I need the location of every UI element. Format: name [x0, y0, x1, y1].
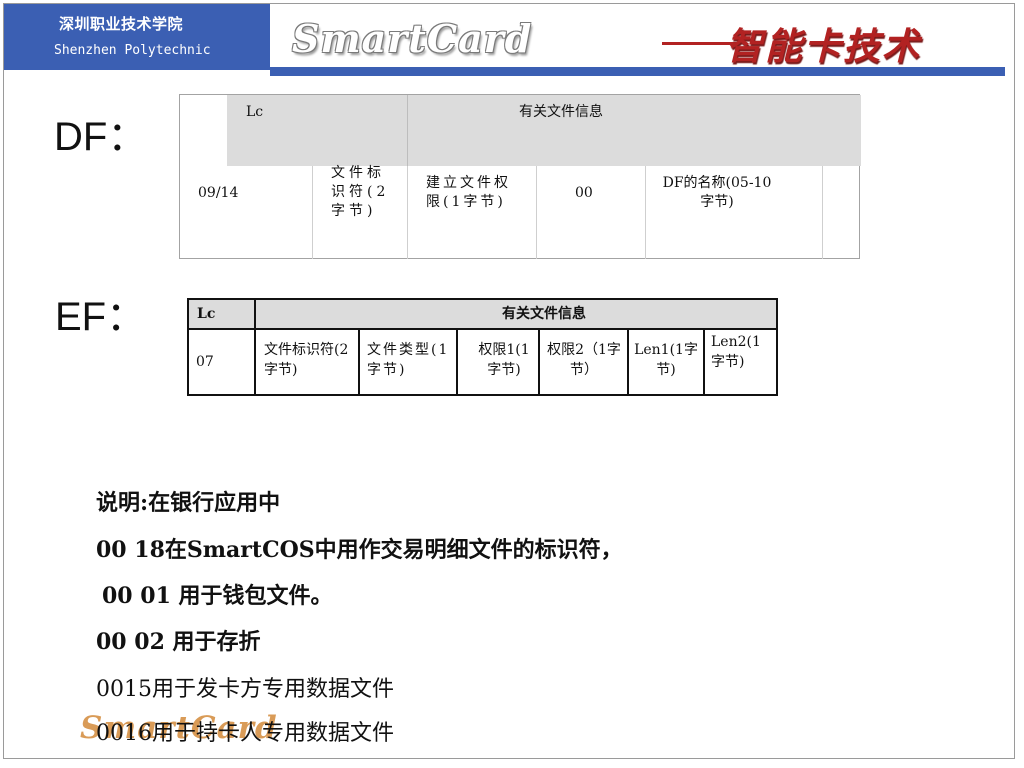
school-banner: 深圳职业技术学院 Shenzhen Polytechnic [4, 4, 270, 68]
df-cell-create-perm: 建立文件权限(1字节) [426, 175, 511, 210]
ef-cell-file-type: 文件类型(1字节) [367, 342, 450, 378]
note-line: 00 01 用于钱包文件。 [102, 583, 333, 609]
df-divider [536, 166, 537, 259]
ef-label: EF： [55, 295, 147, 339]
school-name-cn: 深圳职业技术学院 [59, 15, 184, 33]
df-header-info-cell [407, 95, 861, 166]
note-line: 说明:在银行应用中 [96, 490, 281, 516]
ef-cell-len2: Len2(1字节) [711, 334, 761, 370]
ef-cell-len1: Len1(1字节) [634, 342, 698, 378]
ef-divider [627, 330, 629, 394]
ef-divider [703, 330, 705, 394]
ef-divider [538, 330, 540, 394]
ef-header-info: 有关文件信息 [502, 306, 586, 322]
df-cell-lc: 09/14 [198, 185, 239, 201]
df-header-lc: Lc [246, 104, 264, 120]
ef-cell-perm2: 权限2（1字节） [547, 342, 621, 378]
ef-cell-perm1: 权限1(1字节) [478, 342, 530, 378]
note-line: 0015用于发卡方专用数据文件 [96, 677, 394, 702]
ef-header-row [189, 300, 776, 330]
ef-divider [358, 330, 360, 394]
df-divider [645, 166, 646, 259]
school-name-en: Shenzhen Polytechnic [54, 43, 211, 58]
df-divider [822, 166, 823, 259]
df-divider [312, 166, 313, 259]
note-line: 00 18在SmartCOS中用作交易明细文件的标识符， [96, 537, 623, 563]
df-table: Lc 有关文件信息 09/14 文件标识符(2字节) 建立文件权限(1字节) 0… [179, 94, 861, 259]
ef-cell-lc: 07 [196, 354, 214, 370]
ef-divider [254, 330, 256, 394]
df-label: DF： [54, 115, 148, 159]
note-line: 0016用于持卡人专用数据文件 [96, 721, 394, 746]
df-cell-reserved: 00 [575, 185, 593, 201]
df-header-info: 有关文件信息 [519, 104, 603, 120]
ef-divider [456, 330, 458, 394]
ef-cell-file-id: 文件标识符(2字节) [264, 342, 349, 378]
smartcard-logo: SmartCard [292, 16, 533, 61]
note-line: 00 02 用于存折 [96, 629, 261, 655]
ef-header-divider [254, 300, 256, 328]
logo-title-cn: 智能卡技术 [726, 24, 921, 68]
ef-table: Lc 有关文件信息 07 文件标识符(2字节) 文件类型(1字节) 权限1(1字… [187, 298, 778, 396]
df-cell-file-id: 文件标识符(2字节) [331, 165, 390, 219]
ef-header-lc: Lc [197, 306, 216, 322]
df-cell-name: DF的名称(05-10字节) [662, 175, 772, 210]
df-divider [407, 166, 408, 259]
